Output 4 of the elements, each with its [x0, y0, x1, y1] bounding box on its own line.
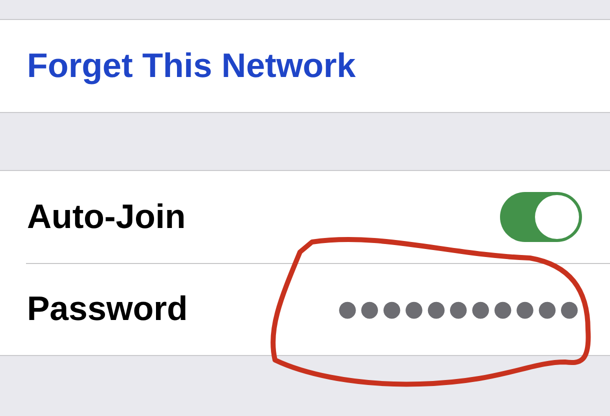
- setting-label: Auto-Join: [27, 198, 186, 236]
- password-value[interactable]: ●●●●●●●●●●●: [338, 296, 582, 322]
- setting-label: Password: [27, 290, 188, 328]
- toggle-switch[interactable]: [500, 192, 582, 242]
